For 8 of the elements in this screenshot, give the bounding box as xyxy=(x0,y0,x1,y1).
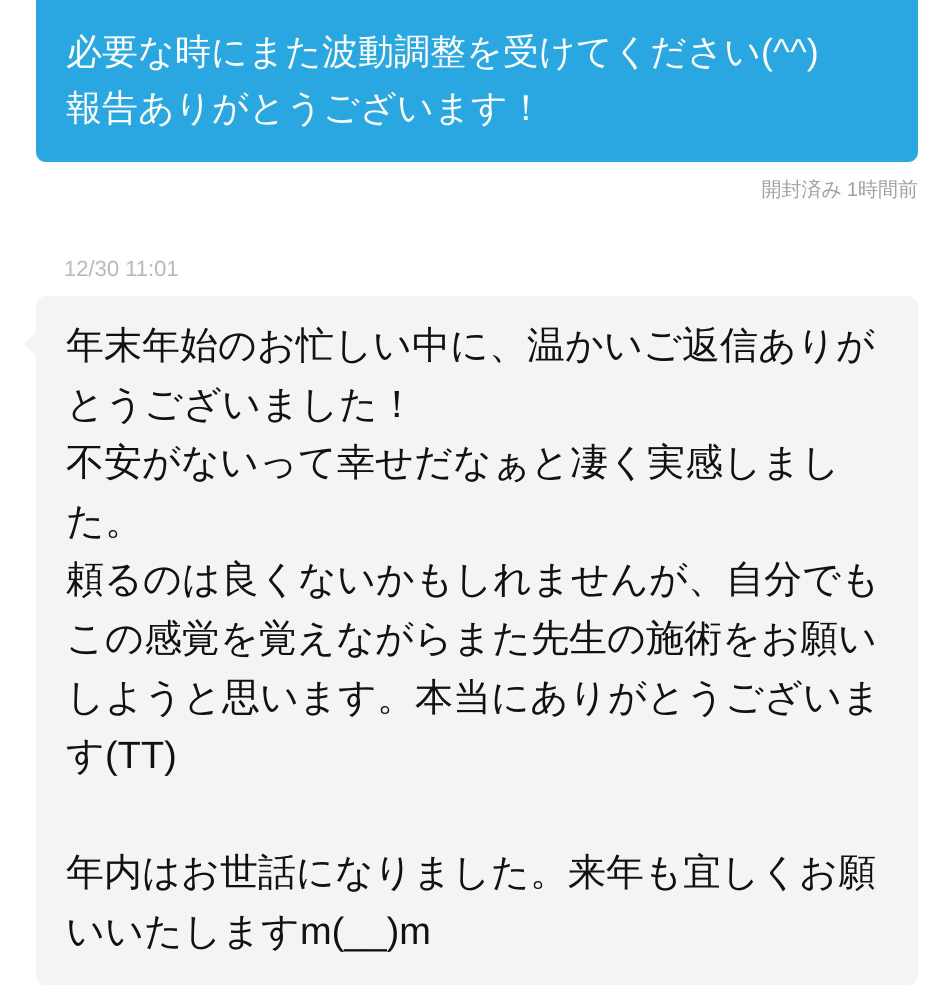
message-timestamp: 12/30 11:01 xyxy=(64,255,180,283)
message-text: 年末年始のお忙しい中に、温かいご返信ありがとうございました！ xyxy=(66,324,876,428)
message-text: 頼るのは良くないかもしれませんが、自分でもこの感覚を覚えながらまた先生の施術をお願いしようと思います。本当にありがとうございます(TT) xyxy=(66,558,882,780)
message-text: 不安がないって幸せだなぁと凄く実感しました。 xyxy=(66,441,841,545)
read-status: 開封済み 1時間前 xyxy=(761,178,918,203)
message-text: 報告ありがとうございます！ xyxy=(66,86,545,130)
message-text: 必要な時にまた波動調整を受けてください(^^) xyxy=(66,30,820,74)
message-text: 年内はお世話になりました。来年も宜しくお願いいたしますm(__)m xyxy=(66,851,877,955)
